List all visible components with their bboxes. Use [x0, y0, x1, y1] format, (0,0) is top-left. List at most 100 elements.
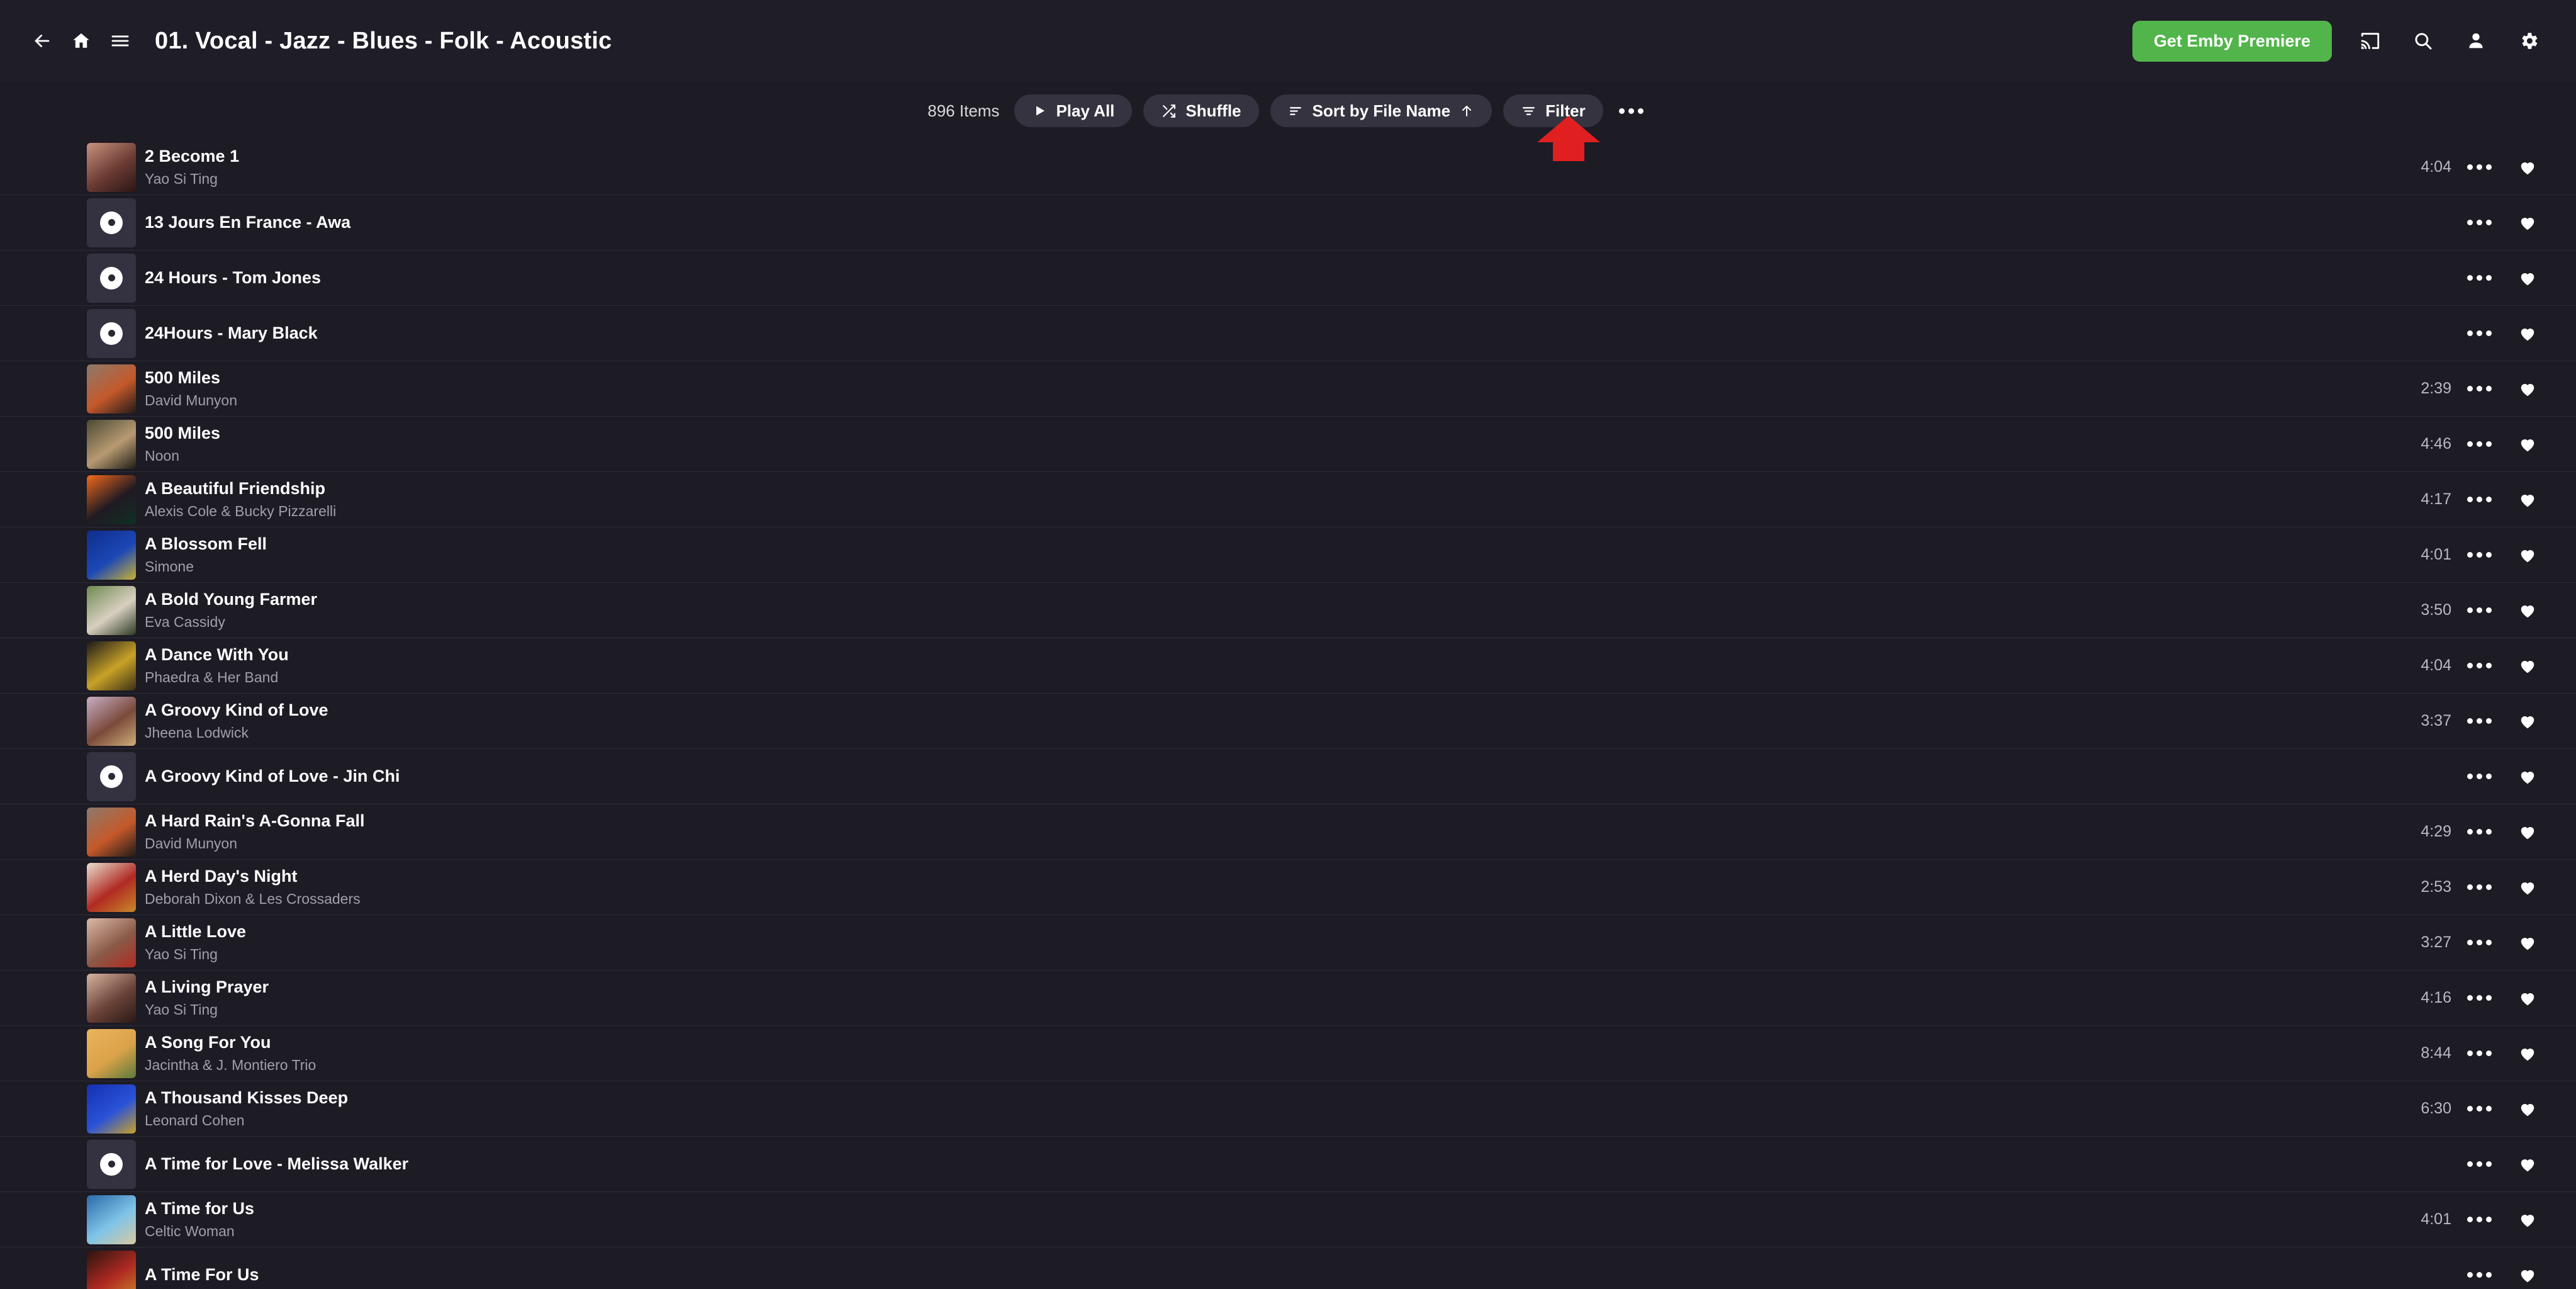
favorite-button[interactable]	[2507, 712, 2548, 731]
track-actions	[2382, 324, 2548, 343]
track-row[interactable]: 2 Become 1 Yao Si Ting 4:04	[0, 140, 2576, 195]
get-emby-premiere-button[interactable]: Get Emby Premiere	[2132, 20, 2332, 62]
favorite-button[interactable]	[2507, 989, 2548, 1008]
track-more-button[interactable]	[2451, 718, 2507, 724]
track-more-button[interactable]	[2451, 774, 2507, 779]
favorite-button[interactable]	[2507, 823, 2548, 842]
favorite-button[interactable]	[2507, 1155, 2548, 1174]
album-art-image	[87, 530, 136, 580]
track-more-button[interactable]	[2451, 1272, 2507, 1278]
track-more-button[interactable]	[2451, 1106, 2507, 1112]
heart-icon	[2521, 549, 2534, 562]
track-duration: 4:01	[2421, 546, 2451, 563]
track-row[interactable]: A Time for Love - Melissa Walker	[0, 1137, 2576, 1192]
album-art	[87, 585, 136, 635]
favorite-button[interactable]	[2507, 435, 2548, 454]
track-more-button[interactable]	[2451, 940, 2507, 945]
track-row[interactable]: 24Hours - Mary Black	[0, 306, 2576, 361]
more-options-button[interactable]	[1615, 94, 1649, 127]
track-duration: 3:27	[2421, 933, 2451, 951]
track-title: A Song For You	[145, 1033, 271, 1052]
track-row[interactable]: 13 Jours En France - Awa	[0, 195, 2576, 250]
track-more-button[interactable]	[2451, 829, 2507, 835]
track-more-button[interactable]	[2451, 497, 2507, 502]
heart-icon	[2521, 771, 2534, 784]
track-actions	[2382, 269, 2548, 288]
track-row[interactable]: A Groovy Kind of Love Jheena Lodwick 3:37	[0, 694, 2576, 749]
cast-button[interactable]	[2351, 21, 2390, 60]
track-duration: 2:53	[2421, 878, 2451, 896]
track-actions: 4:16	[2382, 989, 2548, 1008]
track-more-button[interactable]	[2451, 164, 2507, 170]
track-title: A Little Love	[145, 922, 247, 942]
disc-icon	[100, 765, 123, 788]
track-row[interactable]: A Beautiful Friendship Alexis Cole & Buck…	[0, 472, 2576, 527]
track-row[interactable]: 24 Hours - Tom Jones	[0, 250, 2576, 306]
track-more-button[interactable]	[2451, 1050, 2507, 1056]
track-row[interactable]: A Bold Young Farmer Eva Cassidy 3:50	[0, 583, 2576, 638]
track-more-button[interactable]	[2451, 386, 2507, 391]
favorite-button[interactable]	[2507, 546, 2548, 565]
favorite-button[interactable]	[2507, 656, 2548, 675]
track-more-button[interactable]	[2451, 1217, 2507, 1222]
track-row[interactable]: 500 Miles David Munyon 2:39	[0, 361, 2576, 417]
user-button[interactable]	[2456, 21, 2495, 60]
favorite-button[interactable]	[2507, 767, 2548, 786]
favorite-button[interactable]	[2507, 601, 2548, 620]
more-horizontal-icon	[2467, 718, 2492, 724]
album-art-placeholder	[87, 1139, 136, 1189]
more-horizontal-icon	[2467, 829, 2492, 835]
menu-button[interactable]	[101, 21, 140, 60]
favorite-button[interactable]	[2507, 158, 2548, 177]
track-duration: 4:04	[2421, 656, 2451, 674]
favorite-button[interactable]	[2507, 324, 2548, 343]
play-all-button[interactable]: Play All	[1014, 94, 1133, 127]
heart-icon	[2521, 439, 2534, 451]
track-row[interactable]: A Thousand Kisses Deep Leonard Cohen 6:30	[0, 1081, 2576, 1137]
track-row[interactable]: A Time For Us	[0, 1247, 2576, 1289]
more-horizontal-icon	[2467, 940, 2492, 945]
shuffle-button[interactable]: Shuffle	[1143, 94, 1259, 127]
track-row[interactable]: A Herd Day's Night Deborah Dixon & Les Cr…	[0, 860, 2576, 915]
favorite-button[interactable]	[2507, 1044, 2548, 1063]
back-button[interactable]	[23, 21, 62, 60]
favorite-button[interactable]	[2507, 213, 2548, 232]
favorite-button[interactable]	[2507, 1100, 2548, 1118]
track-more-button[interactable]	[2451, 275, 2507, 281]
favorite-button[interactable]	[2507, 1210, 2548, 1229]
settings-button[interactable]	[2509, 21, 2548, 60]
track-more-button[interactable]	[2451, 330, 2507, 336]
track-title: 2 Become 1	[145, 147, 240, 166]
track-more-button[interactable]	[2451, 663, 2507, 668]
track-row[interactable]: A Time for Us Celtic Woman 4:01	[0, 1192, 2576, 1247]
track-row[interactable]: A Blossom Fell Simone 4:01	[0, 527, 2576, 583]
track-more-button[interactable]	[2451, 441, 2507, 447]
sort-button[interactable]: Sort by File Name	[1270, 94, 1492, 127]
track-artist: Leonard Cohen	[145, 1112, 245, 1129]
favorite-button[interactable]	[2507, 1266, 2548, 1285]
favorite-button[interactable]	[2507, 490, 2548, 509]
favorite-button[interactable]	[2507, 269, 2548, 288]
track-row[interactable]: A Song For You Jacintha & J. Montiero Tri…	[0, 1026, 2576, 1081]
favorite-button[interactable]	[2507, 878, 2548, 897]
track-title: A Bold Young Farmer	[145, 590, 318, 609]
track-row[interactable]: 500 Miles Noon 4:46	[0, 417, 2576, 472]
album-art	[87, 696, 136, 746]
home-button[interactable]	[62, 21, 101, 60]
favorite-button[interactable]	[2507, 380, 2548, 398]
track-more-button[interactable]	[2451, 1161, 2507, 1167]
heart-icon	[2521, 273, 2534, 285]
search-button[interactable]	[2404, 21, 2443, 60]
track-more-button[interactable]	[2451, 552, 2507, 558]
track-more-button[interactable]	[2451, 220, 2507, 225]
track-row[interactable]: A Little Love Yao Si Ting 3:27	[0, 915, 2576, 971]
favorite-button[interactable]	[2507, 933, 2548, 952]
track-row[interactable]: A Hard Rain's A-Gonna Fall David Munyon 4:…	[0, 804, 2576, 860]
track-more-button[interactable]	[2451, 884, 2507, 890]
track-more-button[interactable]	[2451, 995, 2507, 1001]
track-row[interactable]: A Living Prayer Yao Si Ting 4:16	[0, 971, 2576, 1026]
filter-button[interactable]: Filter	[1503, 94, 1603, 127]
track-more-button[interactable]	[2451, 607, 2507, 613]
track-row[interactable]: A Groovy Kind of Love - Jin Chi	[0, 749, 2576, 804]
track-row[interactable]: A Dance With You Phaedra & Her Band 4:04	[0, 638, 2576, 694]
